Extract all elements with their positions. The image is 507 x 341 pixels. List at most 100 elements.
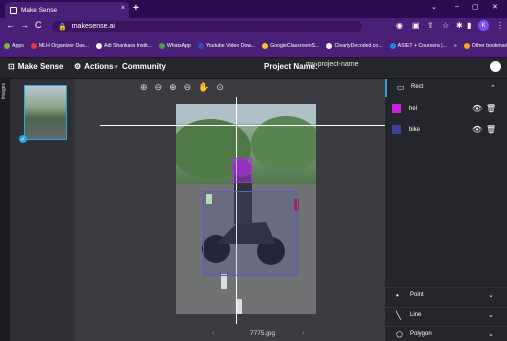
bookmark-label: ClearlyDecoded.co... <box>334 42 383 49</box>
bookmark-item[interactable]: Youtube Video Dow... <box>197 42 256 49</box>
bookmark-icon <box>197 42 204 49</box>
bbox-bike[interactable] <box>203 191 298 276</box>
chevron-down-icon[interactable]: ⌄ <box>488 291 494 299</box>
eye-icon[interactable]: 👁 <box>472 125 482 134</box>
lock-icon: 🔒 <box>58 23 67 31</box>
sidepanel-icon[interactable]: ▮ <box>467 21 471 30</box>
chevron-up-icon[interactable]: ⌃ <box>490 84 496 92</box>
label-name: bike <box>409 127 421 133</box>
forward-icon[interactable]: → <box>20 20 29 30</box>
rect-title: Rect <box>411 84 424 90</box>
label-name: hel <box>409 106 418 112</box>
bookmark-label: ASIET + Coursera |... <box>397 42 447 49</box>
bookmark-item[interactable]: Apps <box>4 42 24 49</box>
chevron-down-icon[interactable]: ⌄ <box>488 330 494 338</box>
profile-avatar[interactable]: K <box>478 20 489 31</box>
polygon-icon: ⬠ <box>396 330 403 339</box>
image-thumbnail[interactable] <box>24 85 67 140</box>
zoom-in-icon[interactable]: ⊕ <box>140 82 148 93</box>
google-icon[interactable]: ◉ <box>396 21 403 30</box>
share-icon[interactable]: ⇪ <box>427 21 434 30</box>
trash-icon[interactable]: 🗑 <box>486 104 496 113</box>
brand[interactable]: ⊡ Make Sense <box>8 62 64 71</box>
reload-icon[interactable]: C <box>35 20 42 30</box>
rect-icon: ▭ <box>397 83 405 92</box>
actions-icon: ⚙ <box>74 62 82 71</box>
next-image-button[interactable]: › <box>302 328 305 337</box>
bookmark-item[interactable]: ClearlyDecoded.co... <box>326 42 383 49</box>
tab-search-icon[interactable]: ⌄ <box>431 3 437 11</box>
bookmarks-bar: Apps MLH Organizer Das... Adi Shankara Ins… <box>0 34 507 58</box>
bookmark-icon <box>158 42 165 49</box>
star-icon[interactable]: ☆ <box>442 21 449 30</box>
actions-menu[interactable]: ⚙ Actions <box>74 62 114 71</box>
bookmark-label: MLH Organizer Das... <box>38 42 89 49</box>
bookmark-item[interactable]: WhatsApp <box>158 42 191 49</box>
community-menu[interactable]: ♆ Community <box>113 62 166 71</box>
logo-icon: ⊡ <box>8 62 15 71</box>
menu-icon[interactable]: ⋮ <box>496 21 504 30</box>
hand-icon[interactable]: ✋ <box>198 82 209 93</box>
bookmark-icon <box>96 42 102 49</box>
editor-toolbar: ⊕ ⊖ ⊕ ⊖ ✋ ⊙ <box>140 79 230 95</box>
extension-icon[interactable]: ✱ <box>456 21 463 30</box>
tab-title: Make Sense <box>21 6 58 14</box>
tool-name: Line <box>410 312 422 318</box>
bookmark-item[interactable]: Adi Shankara Instit... <box>96 42 152 49</box>
bookmark-icon <box>326 42 333 49</box>
bookmark-item[interactable]: GoogleClassroomS... <box>262 42 319 49</box>
bookmark-label: Other bookmarks <box>471 42 507 49</box>
chevron-down-icon[interactable]: ⌄ <box>488 311 494 319</box>
browser-tab[interactable]: Make Sense × <box>5 2 129 18</box>
bookmark-icon <box>463 42 470 49</box>
rect-tool-header[interactable]: ▭ Rect ⌃ <box>385 79 507 97</box>
bookmark-item[interactable]: MLH Organizer Das... <box>30 42 89 49</box>
community-label: Community <box>122 62 166 71</box>
prev-image-button[interactable]: ‹ <box>212 328 215 337</box>
left-sidebar <box>0 79 10 341</box>
github-icon[interactable] <box>490 61 501 72</box>
label-color-swatch <box>392 104 401 113</box>
tool-line-header[interactable]: ╲ Line ⌄ <box>385 307 507 324</box>
trash-icon[interactable]: 🗑 <box>486 125 496 134</box>
bookmark-item[interactable]: » <box>454 43 457 49</box>
label-row[interactable]: bike 👁 🗑 <box>392 124 502 138</box>
crosshair-icon[interactable]: ⊙ <box>216 82 224 93</box>
brand-name: Make Sense <box>17 62 64 71</box>
project-name-input[interactable]: my-project-name <box>304 61 374 72</box>
community-icon: ♆ <box>113 62 119 71</box>
crosshair-horizontal <box>100 125 385 126</box>
url-text: makesense.ai <box>71 23 115 30</box>
bookmark-icon <box>4 42 10 49</box>
window-close-button[interactable]: ✕ <box>492 3 498 11</box>
tool-point-header[interactable]: • Point ⌄ <box>385 287 507 304</box>
new-tab-button[interactable]: + <box>133 3 139 14</box>
images-tab[interactable]: Images <box>1 83 7 99</box>
point-icon: • <box>396 291 399 300</box>
bookmark-label: Youtube Video Dow... <box>205 42 256 49</box>
bookmark-item[interactable]: ASIET + Coursera |... <box>389 42 447 49</box>
bbox-hel[interactable] <box>232 158 252 183</box>
address-bar[interactable]: 🔒 makesense.ai <box>52 21 362 32</box>
zoom-fit-icon[interactable]: ⊕ <box>169 82 177 93</box>
actions-label: Actions <box>84 62 114 71</box>
bookmark-item[interactable]: Other bookmarks <box>463 42 507 49</box>
bookmark-label: WhatsApp <box>166 42 191 49</box>
zoom-reset-icon[interactable]: ⊖ <box>184 82 192 93</box>
back-icon[interactable]: ← <box>6 20 15 30</box>
bookmark-label: » <box>453 42 457 49</box>
window-minimize-button[interactable]: – <box>455 3 459 10</box>
check-icon: ✓ <box>19 135 27 143</box>
translate-icon[interactable]: ▣ <box>412 21 420 30</box>
image-filename: 7775.jpg <box>250 330 275 337</box>
bookmark-icon <box>30 42 37 49</box>
tool-polygon-header[interactable]: ⬠ Polygon ⌄ <box>385 326 507 341</box>
zoom-out-icon[interactable]: ⊖ <box>155 82 163 93</box>
line-icon: ╲ <box>396 311 401 320</box>
bookmark-label: Apps <box>12 42 24 49</box>
window-maximize-button[interactable]: ▢ <box>472 3 479 11</box>
label-row[interactable]: hel 👁 🗑 <box>392 103 502 117</box>
bookmark-icon <box>389 42 396 49</box>
tab-close-button[interactable]: × <box>121 5 125 12</box>
eye-icon[interactable]: 👁 <box>472 104 482 113</box>
